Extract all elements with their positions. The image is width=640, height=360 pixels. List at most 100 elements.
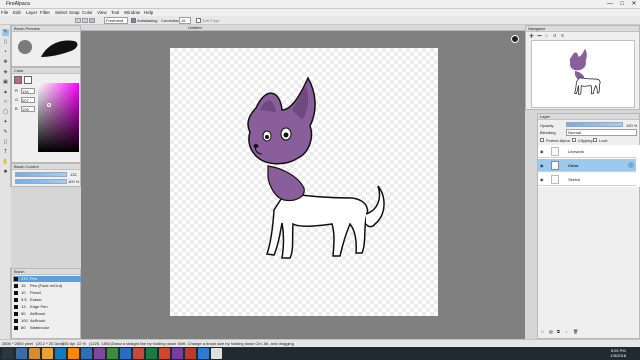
taskbar-app-icon[interactable]: [68, 348, 79, 359]
softedge-checkbox[interactable]: [196, 18, 201, 23]
select-pen-icon[interactable]: ✎: [2, 129, 9, 136]
saturation-value-field[interactable]: [38, 83, 79, 152]
taskbar-app-icon[interactable]: [55, 348, 66, 359]
fill-tool-icon[interactable]: ◈: [2, 69, 9, 76]
taskbar-app-icon[interactable]: [146, 348, 157, 359]
taskbar-clock[interactable]: 5:03 PM 1/5/2018: [610, 348, 626, 358]
brush-item[interactable]: 13 Edge Pen: [13, 304, 83, 310]
menu-edit[interactable]: Edit: [13, 9, 21, 16]
taskbar-app-icon[interactable]: [159, 348, 170, 359]
mode-select[interactable]: Freehand: [104, 17, 128, 24]
brush-item[interactable]: 50 AirBrush: [13, 311, 83, 317]
brush-item[interactable]: 80 Watercolor: [13, 325, 83, 331]
menu-color[interactable]: Color: [82, 9, 93, 16]
r-input[interactable]: 134: [21, 88, 35, 94]
freehand-mode-icon[interactable]: [89, 18, 95, 23]
menu-view[interactable]: View: [97, 9, 107, 16]
b-input[interactable]: 105: [21, 106, 35, 112]
taskbar-app-icon[interactable]: [185, 348, 196, 359]
layer-settings-icon[interactable]: [628, 162, 634, 168]
taskbar-app-icon[interactable]: [81, 348, 92, 359]
zoom-in-icon[interactable]: ➕: [529, 33, 534, 38]
taskbar-app-icon[interactable]: [172, 348, 183, 359]
color-field-b: B 105: [15, 106, 35, 112]
gradient-tool-icon[interactable]: ▣: [2, 79, 9, 86]
antialias-checkbox[interactable]: [131, 18, 136, 23]
new-folder-icon[interactable]: ▤: [549, 329, 553, 334]
taskbar-app-icon[interactable]: [94, 348, 105, 359]
clipping-checkbox[interactable]: [572, 138, 576, 142]
taskbar-app-icon[interactable]: [198, 348, 209, 359]
correction-label: Correction: [161, 18, 180, 23]
taskbar-app-icon[interactable]: [211, 348, 222, 359]
brush-item[interactable]: 100 AirBrush: [13, 318, 83, 324]
menu-tool[interactable]: Tool: [111, 9, 119, 16]
navigator-thumbnail[interactable]: [531, 40, 635, 108]
g-input[interactable]: 007: [21, 97, 35, 103]
layer-row[interactable]: ◉ Sketch: [538, 173, 636, 186]
eye-icon[interactable]: ◉: [540, 163, 544, 168]
move-tool-icon[interactable]: ✥: [2, 59, 9, 66]
zoom-out-icon[interactable]: ➖: [537, 33, 542, 38]
menu-select[interactable]: Select: [55, 9, 68, 16]
brush-control-panel: Brush Control 132 100 %: [11, 163, 81, 187]
background-color-swatch[interactable]: [24, 76, 32, 84]
layer-row[interactable]: ◉ Color: [538, 159, 636, 172]
eye-icon[interactable]: ◉: [540, 177, 544, 182]
brush-mode-icon[interactable]: [75, 18, 81, 23]
hand-tool-icon[interactable]: ✋: [2, 159, 9, 166]
select-tool-icon[interactable]: □: [2, 99, 9, 106]
duplicate-layer-icon[interactable]: ⧉: [557, 329, 560, 334]
protect-alpha-checkbox[interactable]: [540, 138, 544, 142]
eraser-tool-icon[interactable]: ▯: [2, 39, 9, 46]
new-layer-icon[interactable]: □: [541, 329, 543, 334]
taskbar-app-icon[interactable]: [29, 348, 40, 359]
drawing-canvas[interactable]: [170, 48, 438, 316]
start-icon[interactable]: [2, 348, 13, 359]
dot-tool-icon[interactable]: •: [2, 49, 9, 56]
bucket-tool-icon[interactable]: ▲: [2, 89, 9, 96]
brush-tool-icon[interactable]: ✎: [2, 29, 9, 36]
brush-item[interactable]: 9.5 Eraser: [13, 297, 83, 303]
menu-file[interactable]: File: [1, 9, 8, 16]
brush-item[interactable]: 172 Pen: [13, 276, 83, 282]
correction-select[interactable]: 15: [179, 17, 191, 24]
softedge-label: Soft Edge: [202, 18, 220, 23]
menu-snap[interactable]: Snap: [69, 9, 80, 16]
delete-layer-icon[interactable]: 🗑: [573, 329, 578, 334]
rotate-left-icon[interactable]: ↺: [553, 33, 556, 38]
taskbar-app-icon[interactable]: [42, 348, 53, 359]
close-button[interactable]: ✕: [628, 0, 640, 9]
blending-select[interactable]: Normal: [566, 129, 637, 136]
magic-wand-icon[interactable]: ✦: [2, 119, 9, 126]
line-mode-icon[interactable]: [82, 18, 88, 23]
lock-checkbox[interactable]: [593, 138, 597, 142]
foreground-color-swatch[interactable]: [14, 76, 22, 84]
brush-item[interactable]: 10 Pencil: [13, 290, 83, 296]
brush-item[interactable]: 15 Pen (Fade In/Out): [13, 283, 83, 289]
eye-icon[interactable]: ◉: [540, 149, 544, 154]
merge-layer-icon[interactable]: ↓: [565, 329, 567, 334]
layer-row[interactable]: ◉ Linework: [538, 145, 636, 158]
text-tool-icon[interactable]: T: [2, 149, 9, 156]
brush-opacity-slider[interactable]: [15, 179, 67, 184]
brush-size-slider[interactable]: [15, 172, 67, 177]
minimize-button[interactable]: —: [604, 0, 616, 9]
color-picker-cursor[interactable]: [47, 103, 51, 107]
menu-window[interactable]: Window: [124, 9, 140, 16]
taskbar-app-icon[interactable]: [16, 348, 27, 359]
fit-icon[interactable]: □: [545, 33, 547, 38]
taskbar-app-icon[interactable]: [133, 348, 144, 359]
layer-opacity-slider[interactable]: [566, 122, 623, 127]
select-eraser-icon[interactable]: ▯: [2, 139, 9, 146]
menu-filter[interactable]: Filter: [40, 9, 50, 16]
menu-layer[interactable]: Layer: [26, 9, 37, 16]
lasso-tool-icon[interactable]: ◯: [2, 109, 9, 116]
eyedropper-icon[interactable]: ✹: [2, 169, 9, 176]
canvas-workspace[interactable]: [81, 31, 525, 339]
menu-help[interactable]: Help: [144, 9, 153, 16]
taskbar-app-icon[interactable]: [107, 348, 118, 359]
maximize-button[interactable]: □: [616, 0, 628, 9]
taskbar-app-icon[interactable]: [120, 348, 131, 359]
rotate-right-icon[interactable]: ↻: [561, 33, 564, 38]
